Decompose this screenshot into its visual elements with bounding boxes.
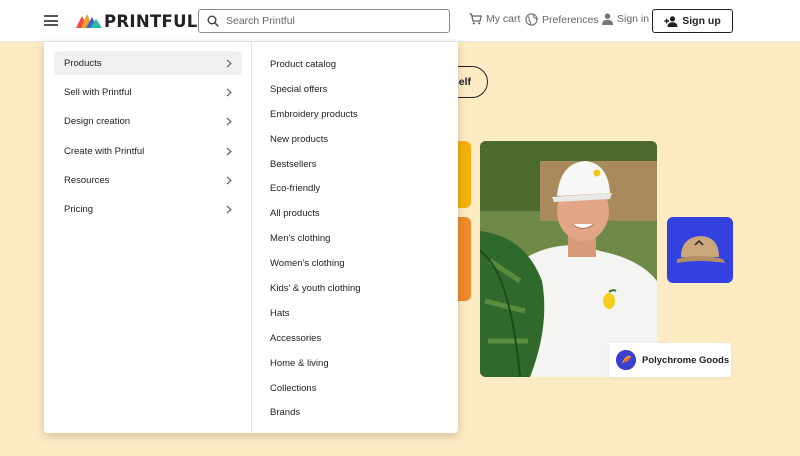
menu-category-label: Pricing — [64, 204, 94, 216]
menu-category-products[interactable]: Products — [54, 51, 242, 75]
chevron-right-icon — [226, 176, 232, 185]
cap-image — [677, 236, 725, 263]
brand-card[interactable]: Polychrome Goods — [609, 343, 731, 377]
menu-link-bestsellers[interactable]: Bestsellers — [270, 152, 361, 177]
printful-logo-icon — [76, 14, 102, 28]
hat-product-tile — [667, 217, 733, 283]
brand-card-label: Polychrome Goods — [642, 354, 730, 366]
sign-up-button[interactable]: Sign up — [652, 9, 733, 33]
menu-category-label: Design creation — [64, 116, 131, 128]
man-in-white-tee-photo — [480, 141, 657, 377]
printful-logo[interactable]: PRINTFUL — [76, 11, 198, 31]
menu-subcategory-list: Product catalog Special offers Embroider… — [270, 52, 361, 425]
chevron-right-icon — [226, 117, 232, 126]
globe-icon — [525, 13, 538, 26]
sign-in-label: Sign in — [617, 13, 650, 25]
brand-logo-icon — [616, 350, 636, 370]
sign-up-label: Sign up — [682, 15, 721, 27]
menu-link-collections[interactable]: Collections — [270, 376, 361, 401]
menu-link-product-catalog[interactable]: Product catalog — [270, 52, 361, 77]
top-header: PRINTFUL My cart Preferences Sign in — [0, 0, 800, 42]
menu-link-brands[interactable]: Brands — [270, 400, 361, 425]
menu-link-home-living[interactable]: Home & living — [270, 351, 361, 376]
preferences-label: Preferences — [542, 13, 599, 26]
menu-category-resources[interactable]: Resources — [54, 169, 242, 193]
menu-link-mens-clothing[interactable]: Men's clothing — [270, 226, 361, 251]
sign-in-link[interactable]: Sign in — [602, 13, 649, 25]
search-icon — [207, 15, 219, 27]
menu-category-label: Resources — [64, 175, 110, 187]
menu-category-label: Products — [64, 57, 102, 69]
search-input[interactable] — [226, 15, 426, 27]
menu-category-create-with-printful[interactable]: Create with Printful — [54, 139, 242, 163]
hamburger-menu-icon[interactable] — [44, 15, 58, 26]
menu-link-accessories[interactable]: Accessories — [270, 326, 361, 351]
menu-link-all-products[interactable]: All products — [270, 201, 361, 226]
menu-category-list: Products Sell with Printful Design creat… — [54, 51, 242, 227]
logo-text: PRINTFUL — [104, 11, 198, 31]
menu-link-special-offers[interactable]: Special offers — [270, 77, 361, 102]
chevron-right-icon — [226, 206, 232, 214]
chevron-right-icon — [226, 147, 232, 156]
my-cart-label: My cart — [486, 13, 521, 25]
chevron-right-icon — [226, 59, 232, 67]
menu-category-design-creation[interactable]: Design creation — [54, 110, 242, 134]
menu-divider — [251, 42, 252, 433]
add-user-icon — [664, 15, 678, 27]
menu-category-label: Sell with Printful — [64, 86, 132, 98]
menu-category-sell-with-printful[interactable]: Sell with Printful — [54, 80, 242, 104]
menu-link-new-products[interactable]: New products — [270, 127, 361, 152]
hero-photo — [480, 141, 657, 377]
menu-link-womens-clothing[interactable]: Women's clothing — [270, 251, 361, 276]
menu-link-hats[interactable]: Hats — [270, 301, 361, 326]
menu-category-pricing[interactable]: Pricing — [54, 198, 242, 222]
menu-category-label: Create with Printful — [64, 145, 145, 157]
products-mega-menu: Products Sell with Printful Design creat… — [44, 42, 458, 433]
cart-icon — [469, 13, 482, 25]
my-cart-link[interactable]: My cart — [469, 13, 520, 25]
user-icon — [602, 13, 613, 25]
search-box[interactable] — [198, 9, 450, 33]
menu-link-embroidery-products[interactable]: Embroidery products — [270, 102, 361, 127]
menu-link-kids-youth-clothing[interactable]: Kids' & youth clothing — [270, 276, 361, 301]
menu-link-eco-friendly[interactable]: Eco-friendly — [270, 176, 361, 201]
preferences-link[interactable]: Preferences — [525, 13, 599, 26]
chevron-right-icon — [226, 88, 232, 97]
